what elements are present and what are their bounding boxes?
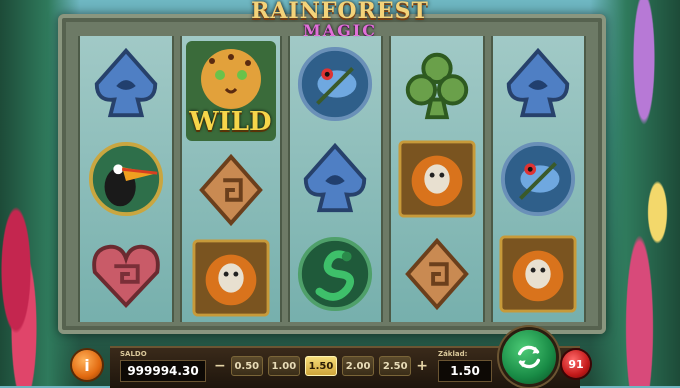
balance-value: 999994.30 (120, 360, 206, 382)
snake-icon (298, 237, 373, 312)
reel-grid: WILD (78, 36, 586, 322)
bet-chip-0-50[interactable]: 0.50 (230, 356, 263, 376)
monkey-symbol (394, 136, 480, 222)
bet-selector: − 0.50 1.00 1.50 2.00 2.50 + (214, 356, 428, 376)
monkey-icon (499, 235, 577, 313)
control-bar: i SALDO 999994.30 − 0.50 1.00 1.50 2.00 … (0, 328, 680, 388)
wild-label: WILD (189, 107, 272, 137)
reel-4 (389, 36, 485, 322)
frog-symbol (292, 41, 378, 127)
toucan-symbol (83, 136, 169, 222)
heart-icon (91, 245, 160, 309)
frog-symbol (495, 136, 581, 222)
diamond-icon (404, 238, 469, 311)
spade-blue-icon (94, 47, 157, 117)
bet-chip-1-50-selected[interactable]: 1.50 (304, 356, 338, 376)
balance-label: SALDO (120, 350, 147, 358)
spade-blue-icon (304, 142, 367, 213)
diamond-stone-symbol (394, 231, 480, 317)
diamond-icon (198, 153, 263, 227)
monkey-symbol (495, 231, 581, 317)
reel-5 (490, 36, 586, 322)
bet-chip-2-50[interactable]: 2.50 (379, 356, 412, 376)
monkey-icon (398, 140, 476, 218)
reel-2: WILD (179, 36, 282, 322)
increase-bet-button[interactable]: + (416, 356, 428, 376)
bet-chip-2-00[interactable]: 2.00 (342, 356, 375, 376)
heart-stone-symbol (83, 231, 169, 317)
frog-icon (501, 141, 576, 217)
monkey-symbol (188, 235, 274, 321)
spade-blue-icon (507, 47, 570, 117)
diamond-stone-symbol (188, 147, 274, 233)
bet-panel: Základ: 1.50 (438, 350, 492, 382)
reel-1 (78, 36, 174, 322)
spade-blue-symbol (495, 41, 581, 127)
spin-button[interactable] (502, 330, 556, 384)
wild-jaguar-symbol: WILD (182, 37, 280, 145)
spade-blue-symbol (292, 136, 378, 222)
info-button[interactable]: i (72, 350, 102, 380)
bet-label: Základ: (438, 350, 468, 358)
game-logo: RAINFOREST MAGIC (236, 0, 444, 40)
toucan-icon (88, 141, 163, 217)
spade-blue-symbol (83, 41, 169, 127)
frog-icon (298, 46, 373, 121)
bet-value: 1.50 (438, 360, 492, 382)
decrease-bet-button[interactable]: − (214, 356, 226, 376)
bet-chip-1-00[interactable]: 1.00 (267, 356, 300, 376)
snake-symbol (292, 231, 378, 317)
club-icon (405, 52, 468, 119)
balance-panel: SALDO 999994.30 (120, 350, 206, 382)
logo-line-rainforest: RAINFOREST (251, 0, 429, 24)
refresh-arrows-icon (517, 345, 541, 369)
reel-3 (287, 36, 383, 322)
monkey-icon (191, 239, 270, 317)
club-green-symbol (394, 41, 480, 127)
autoplay-button[interactable]: 91 (562, 350, 590, 378)
